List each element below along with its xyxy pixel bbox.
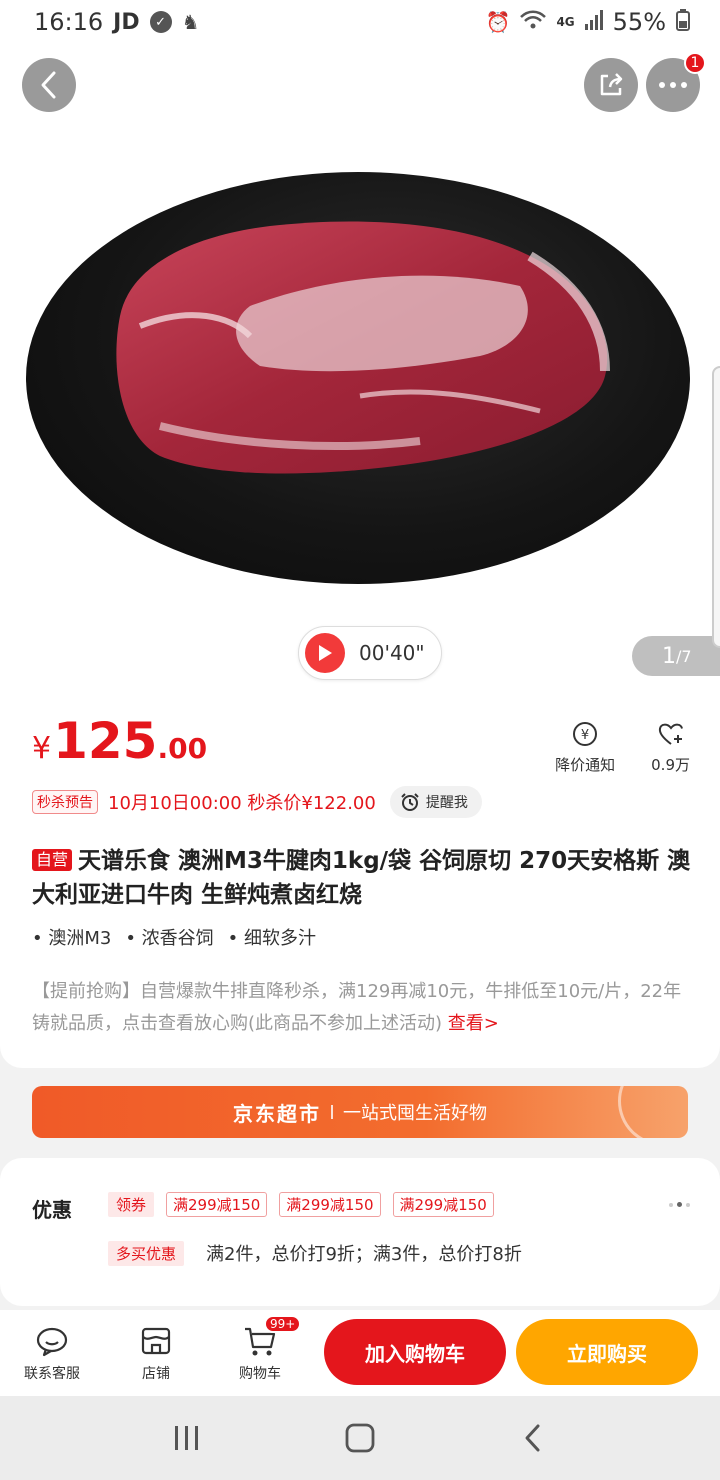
- coupon-chip[interactable]: 满299减150: [166, 1192, 268, 1217]
- banner-title: 京东超市: [233, 1101, 321, 1126]
- status-time: 16:16: [34, 8, 104, 36]
- app-notification-icon: ♞: [181, 10, 200, 34]
- promo-description[interactable]: 【提前抢购】自营爆款牛排直降秒杀，满129再减10元，牛排低至10元/片，22年…: [32, 976, 692, 1040]
- store-icon: [141, 1327, 171, 1355]
- system-nav-bar: [0, 1396, 720, 1480]
- gallery-page-current: 1: [662, 643, 676, 669]
- self-operated-tag: 自营: [32, 849, 73, 871]
- promo-view-link[interactable]: 查看>: [448, 1013, 499, 1034]
- jd-supermarket-banner[interactable]: 京东超市 一站式囤生活好物: [32, 1086, 688, 1138]
- promo-text: 【提前抢购】自营爆款牛排直降秒杀，满129再减10元，牛排低至10元/片，22年…: [32, 981, 682, 1034]
- more-button[interactable]: 1: [646, 52, 706, 112]
- video-play-button[interactable]: 00'40": [298, 626, 442, 680]
- price-integer: 125: [53, 712, 158, 770]
- flash-sale-preview: 秒杀预告 10月10日00:00 秒杀价¥122.00 提醒我: [32, 786, 482, 818]
- product-image-beef: [116, 221, 610, 474]
- remind-me-button[interactable]: 提醒我: [389, 786, 482, 818]
- product-gallery[interactable]: 1 00'40" 1 /7: [0, 0, 720, 690]
- customer-service-button[interactable]: 联系客服: [0, 1323, 104, 1383]
- discount-card[interactable]: 优惠 领券 满299减150 满299减150 满299减150 多买优惠 满2…: [0, 1158, 720, 1306]
- remind-me-label: 提醒我: [425, 795, 468, 811]
- add-to-cart-button[interactable]: 加入购物车: [324, 1319, 506, 1385]
- bottom-action-bar: 联系客服 店铺 99+ 购物车 加入购物车 立即购买: [0, 1310, 720, 1396]
- cart-count-badge: 99+: [264, 1315, 302, 1333]
- price-decimal: .00: [157, 732, 208, 765]
- price-alert-button[interactable]: ¥ 降价通知: [555, 720, 615, 775]
- gallery-page-total: /7: [676, 646, 692, 666]
- buy-now-button[interactable]: 立即购买: [516, 1319, 698, 1385]
- price-actions: ¥ 降价通知 0.9万: [555, 720, 690, 775]
- coupon-chip[interactable]: 满299减150: [279, 1192, 381, 1217]
- get-coupon-tag: 领券: [108, 1192, 155, 1217]
- flash-sale-text: 10月10日00:00 秒杀价¥122.00: [108, 793, 376, 814]
- chevron-left-icon: [41, 71, 56, 99]
- back-nav-button[interactable]: [503, 1408, 563, 1468]
- share-icon: [600, 73, 623, 96]
- status-bar: 16:16 JD ✓ ♞ ⏰ 4G 55%: [0, 0, 720, 44]
- store-button[interactable]: 店铺: [104, 1323, 208, 1383]
- video-duration: 00'40": [359, 641, 425, 665]
- more-dots-icon: [659, 82, 687, 88]
- jd-app-icon: JD: [113, 9, 140, 35]
- gallery-page-indicator: 1 /7: [632, 636, 720, 676]
- coupon-chip[interactable]: 满299减150: [392, 1192, 494, 1217]
- recent-apps-button[interactable]: [157, 1408, 217, 1468]
- more-discounts-icon[interactable]: [669, 1202, 690, 1207]
- product-title-text: 天谱乐食 澳洲M3牛腱肉1kg/袋 谷饲原切 270天安格斯 澳大利亚进口牛肉 …: [32, 848, 691, 908]
- cart-button[interactable]: 99+ 购物车: [208, 1315, 312, 1383]
- alarm-icon: ⏰: [485, 10, 511, 34]
- flash-sale-tag: 秒杀预告: [32, 790, 98, 814]
- discount-label: 优惠: [32, 1198, 72, 1222]
- battery-percent: 55%: [612, 8, 666, 36]
- side-drawer-handle[interactable]: [712, 366, 720, 648]
- product-info-card: ¥ 125 .00 ¥ 降价通知 0.9万 秒杀预告 10月10日00:00 秒…: [0, 690, 720, 1068]
- svg-text:¥: ¥: [581, 728, 589, 743]
- network-type: 4G: [556, 15, 575, 29]
- coupon-row: 领券 满299减150 满299减150 满299减150: [108, 1192, 494, 1217]
- message-count-badge: 1: [684, 52, 706, 74]
- price-drop-icon: ¥: [573, 722, 598, 746]
- share-button[interactable]: [584, 58, 638, 112]
- home-icon: [345, 1423, 375, 1453]
- product-price: ¥ 125 .00: [32, 712, 207, 770]
- heart-plus-icon: [658, 723, 683, 745]
- product-features: • 澳洲M3 • 浓香谷饲 • 细软多汁: [32, 924, 316, 950]
- alarm-clock-icon: [401, 793, 419, 811]
- customer-service-icon: [36, 1327, 68, 1357]
- banner-divider: [331, 1105, 333, 1119]
- store-label: 店铺: [142, 1366, 170, 1382]
- favorite-count: 0.9万: [651, 756, 690, 774]
- banner-decoration: [618, 1086, 688, 1138]
- back-arrow-icon: [525, 1424, 540, 1452]
- back-button[interactable]: [22, 58, 76, 112]
- multi-buy-tag: 多买优惠: [108, 1240, 185, 1266]
- recent-apps-icon: [174, 1426, 198, 1450]
- banner-slogan: 一站式囤生活好物: [343, 1103, 487, 1124]
- product-title: 自营 天谱乐食 澳洲M3牛腱肉1kg/袋 谷饲原切 270天安格斯 澳大利亚进口牛…: [32, 844, 692, 912]
- notification-icon: ✓: [149, 11, 172, 33]
- home-button[interactable]: [330, 1408, 390, 1468]
- feature-item: • 浓香谷饲: [125, 928, 214, 949]
- battery-icon: [676, 8, 690, 36]
- play-icon: [305, 633, 345, 673]
- product-detail-screen: 1 00'40" 1 /7 16:16 JD ✓ ♞ ⏰ 4G 55% ¥ 12…: [0, 0, 720, 1480]
- favorite-button[interactable]: 0.9万: [651, 720, 690, 775]
- feature-item: • 澳洲M3: [32, 928, 112, 949]
- multi-buy-row: 多买优惠 满2件，总价打9折；满3件，总价打8折: [108, 1240, 522, 1266]
- price-currency: ¥: [32, 731, 52, 766]
- wifi-icon: [520, 10, 547, 35]
- price-alert-label: 降价通知: [555, 756, 616, 774]
- signal-icon: [584, 9, 603, 35]
- multi-buy-text: 满2件，总价打9折；满3件，总价打8折: [206, 1244, 522, 1265]
- feature-item: • 细软多汁: [227, 928, 317, 949]
- cart-label: 购物车: [239, 1366, 281, 1382]
- customer-service-label: 联系客服: [24, 1366, 80, 1382]
